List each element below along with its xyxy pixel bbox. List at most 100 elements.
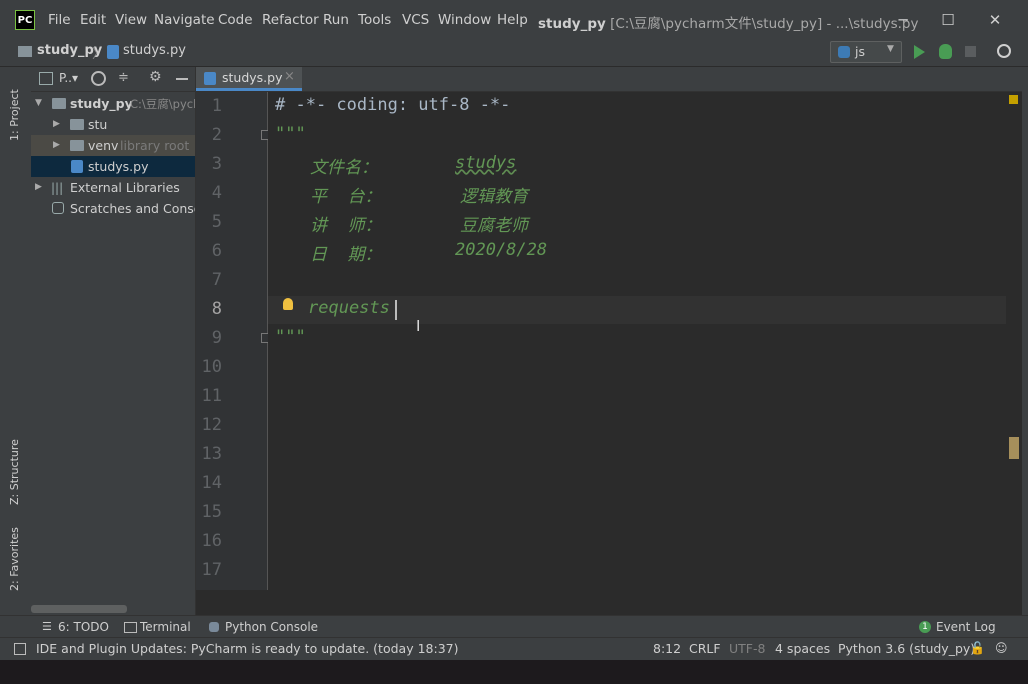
file-encoding[interactable]: UTF-8 [729, 641, 765, 656]
run-config-label: js [855, 44, 865, 59]
search-icon[interactable] [997, 44, 1011, 58]
scrollbar-thumb[interactable] [1009, 437, 1019, 459]
line-number-gutter: 1 2 3 4 5 6 7 8 9 10 11 12 13 14 15 16 1… [196, 92, 271, 590]
menu-file[interactable]: File [48, 12, 71, 28]
menu-view[interactable]: View [115, 12, 147, 28]
inspection-status-icon[interactable] [1009, 95, 1018, 104]
code-editor[interactable] [268, 92, 1006, 590]
libraries-icon: ||| [51, 181, 64, 195]
minimize-button[interactable]: ─ [893, 10, 913, 30]
line-number-current: 8 [211, 299, 222, 319]
code-line-9: """ [275, 327, 306, 347]
tree-item-studys-py[interactable]: studys.py [31, 156, 195, 177]
menu-code[interactable]: Code [218, 12, 253, 28]
line-separator[interactable]: CRLF [689, 641, 721, 656]
expand-arrow-icon: ▶ [53, 140, 60, 150]
menu-edit[interactable]: Edit [80, 12, 106, 28]
project-view-select[interactable]: P..▾ [59, 71, 78, 85]
folder-icon [70, 119, 84, 130]
tab-studys-py[interactable]: studys.py × [196, 67, 302, 91]
menu-navigate[interactable]: Navigate [154, 12, 215, 28]
tree-item-external-libraries[interactable]: ▶ ||| External Libraries [31, 177, 195, 198]
line-number: 2 [211, 125, 222, 145]
python-interpreter[interactable]: Python 3.6 (study_py) [838, 641, 975, 656]
inspector-icon[interactable]: ☺ [995, 641, 1008, 655]
python-console-icon [209, 622, 219, 632]
tab-project[interactable]: 1: Project [8, 75, 21, 141]
pycharm-logo-icon: PC [15, 10, 35, 30]
expand-arrow-icon: ▶ [35, 182, 42, 192]
tool-event-log[interactable]: Event Log [936, 620, 996, 634]
menu-help[interactable]: Help [497, 12, 528, 28]
line-number: 7 [211, 270, 222, 290]
menu-run[interactable]: Run [323, 12, 349, 28]
debug-icon[interactable] [939, 44, 952, 59]
line-number: 6 [211, 241, 222, 261]
lightbulb-icon[interactable] [283, 298, 293, 310]
tree-item-stu[interactable]: ▶ stu [31, 114, 195, 135]
toggle-tool-windows-icon[interactable] [14, 643, 26, 655]
line-number: 5 [211, 212, 222, 232]
horizontal-scrollbar[interactable] [31, 605, 127, 613]
line-number: 17 [201, 560, 222, 580]
tree-item-scratches[interactable]: Scratches and Consoles [31, 198, 195, 219]
menu-tools[interactable]: Tools [358, 12, 391, 28]
project-panel: P..▾ ≑ ⚙ ▼ study_py C:\豆腐\pycharm文件\stud… [31, 67, 196, 615]
tab-favorites[interactable]: 2: Favorites [8, 525, 21, 591]
folder-icon [52, 98, 66, 109]
terminal-icon [124, 622, 137, 633]
run-config-select[interactable]: js ▼ [830, 41, 902, 63]
tree-item-venv[interactable]: ▶ venv library root [31, 135, 195, 156]
menu-window[interactable]: Window [438, 12, 491, 28]
left-tool-strip: 1: Project Z: Structure 2: Favorites [0, 67, 32, 637]
editor-scrollbar[interactable] [1006, 92, 1022, 590]
menu-vcs[interactable]: VCS [402, 12, 429, 28]
window-title: study_py [C:\豆腐\pycharm文件\study_py] - ..… [538, 12, 918, 32]
maximize-button[interactable]: ☐ [938, 10, 958, 30]
close-button[interactable]: ✕ [985, 10, 1005, 30]
indent-setting[interactable]: 4 spaces [775, 641, 830, 656]
line-number: 9 [211, 328, 222, 348]
right-tool-strip [1022, 67, 1028, 637]
tab-structure[interactable]: Z: Structure [8, 425, 21, 505]
tree-item-label: venv [88, 138, 119, 153]
text-cursor [395, 300, 397, 320]
tree-item-study-py[interactable]: ▼ study_py C:\豆腐\pycharm文件\study_py [31, 93, 195, 114]
tree-item-hint: library root [120, 138, 190, 153]
code-line-5-value: 豆腐老师 [460, 216, 528, 236]
run-icon[interactable] [914, 45, 925, 59]
window-title-path: [C:\豆腐\pycharm文件\study_py] - ...\studys.… [610, 16, 919, 32]
project-panel-header: P..▾ ≑ ⚙ [31, 67, 195, 92]
code-line-6-label: 日 期： [310, 245, 382, 265]
menu-refactor[interactable]: Refactor [262, 12, 319, 28]
line-number: 16 [201, 531, 222, 551]
editor-tab-bar [196, 67, 1028, 92]
code-line-4-value: 逻辑教育 [460, 187, 528, 207]
tool-python-console[interactable]: Python Console [225, 620, 318, 634]
project-folder-icon [18, 46, 32, 57]
tool-todo[interactable]: 6: TODO [58, 620, 109, 634]
caret-position[interactable]: 8:12 [653, 641, 681, 656]
breadcrumb-separator-icon: 〉 [92, 47, 106, 62]
stop-icon[interactable] [965, 46, 976, 57]
chevron-down-icon: ▼ [887, 44, 894, 54]
tool-terminal[interactable]: Terminal [140, 620, 191, 634]
list-icon: ☰ [42, 620, 52, 633]
python-file-icon [107, 45, 119, 59]
expand-arrow-icon: ▶ [53, 119, 60, 129]
breadcrumb-file[interactable]: studys.py [123, 43, 186, 58]
line-number: 3 [211, 154, 222, 174]
project-view-icon [39, 72, 53, 85]
gear-icon[interactable]: ⚙ [149, 69, 162, 85]
tree-item-label: studys.py [88, 159, 149, 174]
lock-icon[interactable]: 🔓 [970, 641, 985, 655]
close-tab-icon[interactable]: × [284, 69, 295, 84]
hide-panel-icon[interactable] [176, 78, 188, 80]
tree-item-label: stu [88, 117, 108, 132]
status-message[interactable]: IDE and Plugin Updates: PyCharm is ready… [36, 641, 458, 656]
tree-item-label: Scratches and Consoles [70, 201, 195, 216]
collapse-all-icon[interactable]: ≑ [118, 70, 130, 85]
code-line-3-value: studys [455, 153, 517, 173]
code-line-2: """ [275, 124, 306, 144]
locate-icon[interactable] [91, 71, 106, 86]
